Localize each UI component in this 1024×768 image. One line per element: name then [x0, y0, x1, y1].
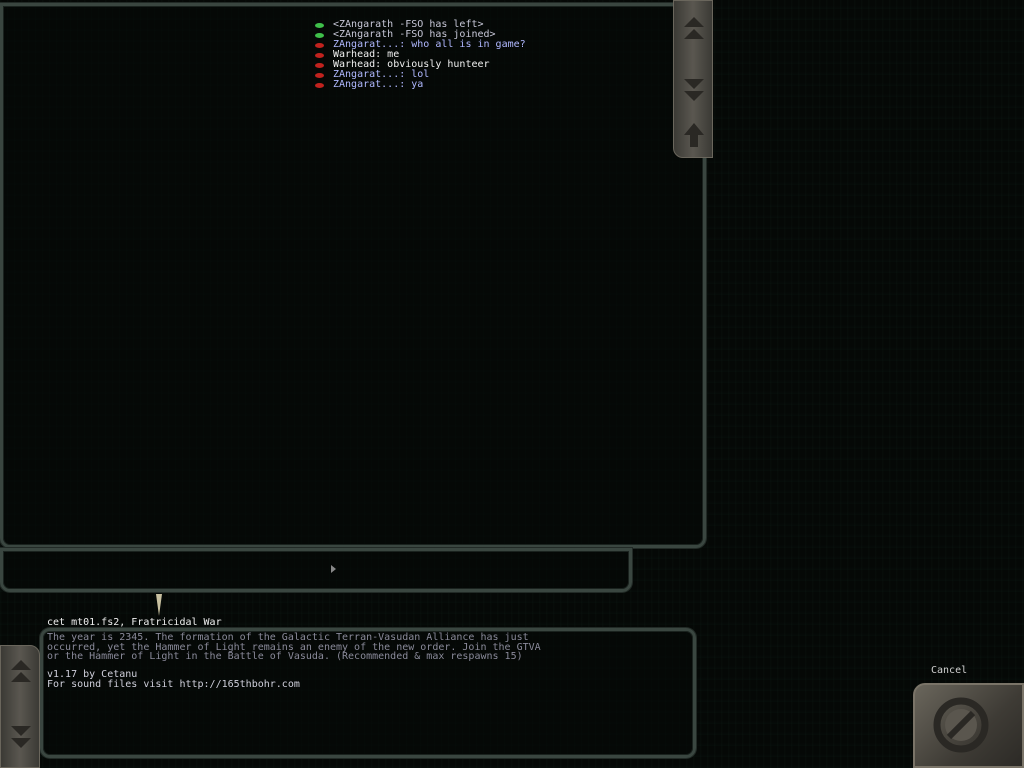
chat-message: ZAngarat...: ya — [315, 80, 526, 90]
cancel-label: Cancel — [931, 665, 968, 676]
up-arrow-icon — [684, 123, 704, 147]
info-scroll-down-button[interactable] — [1, 718, 41, 758]
text-cursor-icon — [331, 565, 336, 573]
cancel-circle-icon — [933, 697, 989, 753]
chat-scroll-control — [673, 0, 713, 158]
double-up-arrow-icon-2 — [684, 29, 704, 39]
chat-input-field[interactable] — [0, 548, 632, 592]
status-red-icon — [315, 42, 324, 48]
status-red-icon — [315, 72, 324, 78]
scroll-up-button[interactable] — [674, 9, 714, 49]
double-down-arrow-icon-2 — [11, 738, 31, 748]
double-down-arrow-icon — [684, 79, 704, 89]
scroll-down-button[interactable] — [674, 71, 714, 111]
status-red-icon — [315, 82, 324, 88]
double-up-arrow-icon-2 — [11, 672, 31, 682]
info-scroll-up-button[interactable] — [1, 652, 41, 692]
double-up-arrow-icon — [11, 660, 31, 670]
pointer-icon — [156, 594, 162, 616]
mission-credits: v1.17 by Cetanu For sound files visit ht… — [47, 670, 300, 690]
status-red-icon — [315, 52, 324, 58]
cancel-button[interactable] — [913, 683, 1024, 768]
status-green-icon — [315, 32, 324, 38]
chat-message-text: ZAngarat...: ya — [333, 79, 424, 90]
status-green-icon — [315, 22, 324, 28]
info-scroll-control — [0, 645, 40, 768]
mission-sound-link: For sound files visit http://165thbohr.c… — [47, 679, 300, 690]
double-up-arrow-icon — [684, 17, 704, 27]
double-down-arrow-icon — [11, 726, 31, 736]
mission-title: cet_mt01.fs2, Fratricidal War — [47, 617, 222, 628]
chat-message-list: <ZAngarath -FSO has left> <ZAngarath -FSO… — [315, 20, 526, 90]
send-button[interactable] — [674, 117, 714, 153]
mission-description-line: or the Hammer of Light in the Battle of … — [47, 651, 523, 662]
status-red-icon — [315, 62, 324, 68]
double-down-arrow-icon-2 — [684, 91, 704, 101]
mission-description: The year is 2345. The formation of the G… — [47, 633, 687, 662]
